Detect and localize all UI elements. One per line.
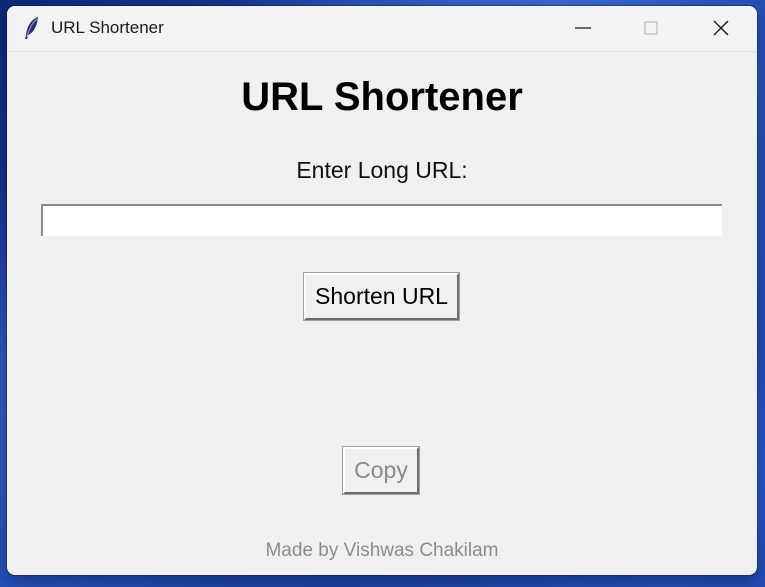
app-window: URL Shortener URL Shortener Enter Long U… [7,6,757,575]
minimize-button[interactable] [553,6,613,51]
long-url-input[interactable] [41,204,722,236]
window-title: URL Shortener [51,18,164,37]
main-content: URL Shortener Enter Long URL: Shorten UR… [7,52,757,575]
close-button[interactable] [691,6,751,51]
maximize-button[interactable] [621,6,681,51]
minimize-icon [575,27,591,29]
title-bar[interactable]: URL Shortener [7,6,757,52]
shorten-url-button[interactable]: Shorten URL [303,272,460,321]
author-credit: Made by Vishwas Chakilam [265,540,499,561]
page-title: URL Shortener [241,75,523,119]
close-icon [713,20,729,36]
maximize-icon [644,21,658,35]
copy-button[interactable]: Copy [342,446,420,495]
feather-icon [23,16,41,40]
long-url-label: Enter Long URL: [296,157,468,183]
